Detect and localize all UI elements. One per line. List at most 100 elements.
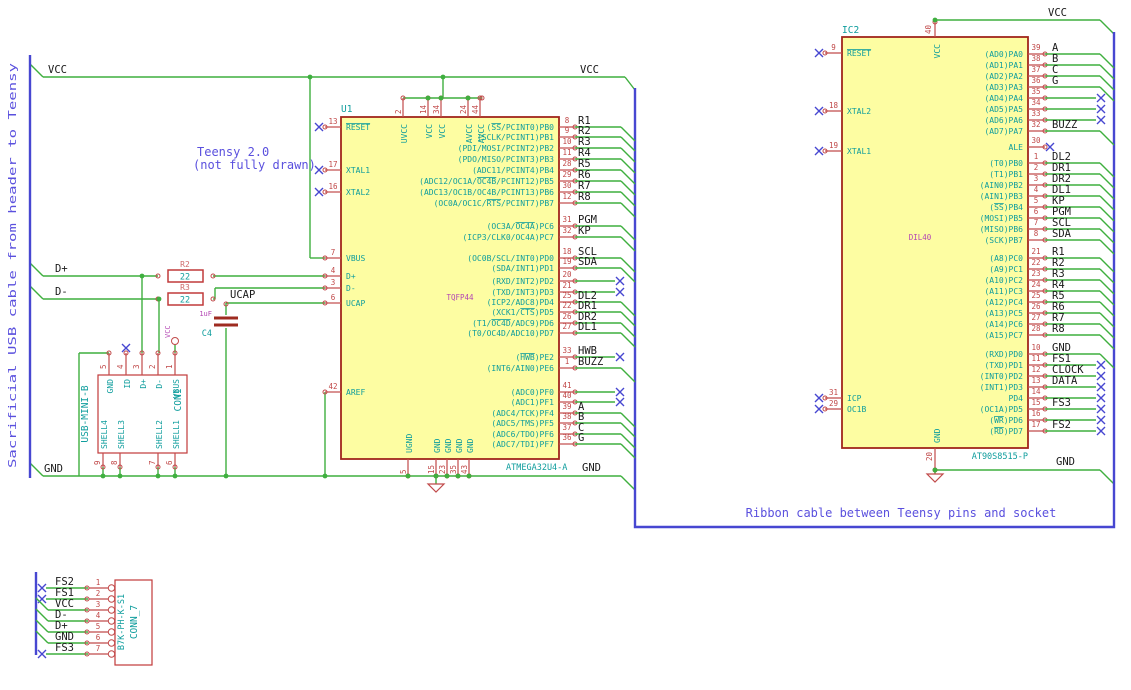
- bus-entry: [1099, 217, 1115, 233]
- wire-segment[interactable]: [620, 475, 636, 491]
- net-label-UCAP[interactable]: UCAP: [230, 289, 255, 301]
- pin-number: 31: [829, 388, 838, 397]
- wire-segment[interactable]: [29, 462, 44, 477]
- wire-segment[interactable]: [29, 285, 44, 300]
- net-label-D+[interactable]: D+: [55, 263, 68, 275]
- c4-reference[interactable]: C4: [202, 329, 212, 339]
- pin-name: SHELL2: [155, 420, 164, 449]
- net-label-GND[interactable]: GND: [44, 463, 63, 475]
- net-label-DL1[interactable]: DL1: [578, 321, 597, 333]
- note-sacrificial-usb: Sacrificial USB cable from header to Tee…: [6, 62, 19, 468]
- pin-number: 40: [924, 24, 933, 34]
- net-label-G[interactable]: G: [578, 432, 584, 444]
- net-label-D-[interactable]: D-: [55, 286, 68, 298]
- pin-number: 43: [460, 465, 469, 474]
- pin-name: (ADC12/OC1A/OC4B/PCINT12)PB5: [419, 177, 554, 186]
- net-label-SDA[interactable]: SDA: [1052, 228, 1072, 240]
- net-label-KP[interactable]: KP: [578, 225, 591, 237]
- bus-entry: [1099, 279, 1115, 295]
- no-connect-icon: [314, 165, 324, 175]
- r3-reference[interactable]: R3: [180, 283, 190, 292]
- ground-symbol: [426, 483, 446, 493]
- pin-number: 2: [148, 364, 157, 369]
- pin-number: 22: [1031, 258, 1040, 267]
- u1-part-name[interactable]: ATMEGA32U4-A: [506, 463, 567, 473]
- no-connect-icon: [615, 387, 625, 397]
- pin-name: (INT0)PD2: [980, 372, 1024, 381]
- u1-reference[interactable]: U1: [341, 104, 353, 115]
- conn7-reference[interactable]: CONN_7: [129, 605, 140, 639]
- conn7-pad: [107, 639, 116, 647]
- bus-entry: [620, 147, 636, 163]
- pin-number: 23: [438, 465, 447, 474]
- pin-number: 6: [165, 460, 174, 465]
- bus-entry: [620, 367, 636, 383]
- pin-name: (ADC13/OC1B/OC4B/PCINT13)PB6: [419, 188, 554, 197]
- pin-name: (A15)PC7: [984, 331, 1023, 340]
- pin-number: 4: [116, 364, 125, 369]
- pin-name: RESET: [346, 123, 370, 132]
- net-label-DATA[interactable]: DATA: [1052, 375, 1078, 387]
- pin-name: UCAP: [346, 299, 365, 308]
- net-label-FS2[interactable]: FS2: [1052, 419, 1071, 431]
- ic2-reference[interactable]: IC2: [842, 25, 859, 36]
- wire-segment[interactable]: [1099, 19, 1115, 35]
- pin-number: 13: [328, 117, 337, 126]
- con1-part-name[interactable]: USB-MINI-B: [80, 385, 91, 442]
- pin-name: VBUS: [172, 379, 181, 398]
- pin-number: 2: [96, 589, 101, 598]
- wire-segment[interactable]: [29, 63, 44, 78]
- net-label-BUZZ[interactable]: BUZZ: [1052, 119, 1077, 131]
- net-label-SDA[interactable]: SDA: [578, 256, 598, 268]
- pin-number: 20: [562, 270, 572, 279]
- net-label-G[interactable]: G: [1052, 75, 1058, 87]
- no-connect-icon: [615, 352, 625, 362]
- pin-number: 29: [829, 399, 838, 408]
- pin-number: 3: [1034, 174, 1039, 183]
- r2-value[interactable]: 22: [180, 273, 190, 283]
- pin-name: XTAL2: [346, 188, 370, 197]
- wire-segment[interactable]: [624, 76, 636, 91]
- pin-number: 22: [562, 301, 571, 310]
- pin-number: 8: [110, 460, 119, 465]
- pin-number: 5: [96, 622, 101, 631]
- junction-dot: [932, 17, 938, 23]
- pin-name: (SDA/INT1)PD1: [491, 264, 554, 273]
- wire-segment[interactable]: [29, 262, 44, 277]
- pin-name: GND: [444, 438, 453, 453]
- pin-number: 16: [1031, 409, 1041, 418]
- net-label-R8[interactable]: R8: [578, 191, 591, 203]
- no-connect-icon: [814, 404, 824, 414]
- pin-name: (AD4)PA4: [984, 94, 1023, 103]
- pin-name: (SCK)PB7: [984, 236, 1023, 245]
- net-label-BUZZ[interactable]: BUZZ: [578, 356, 603, 368]
- wire-segment[interactable]: [1099, 469, 1115, 485]
- pin-name: VCC: [933, 44, 942, 59]
- pin-name: SHELL4: [100, 420, 109, 449]
- r2-reference[interactable]: R2: [180, 260, 190, 269]
- net-label-VCC[interactable]: VCC: [1048, 7, 1067, 19]
- pin-number: 1: [165, 364, 174, 369]
- pin-name: VCC: [425, 124, 434, 139]
- no-connect-icon: [1096, 115, 1106, 125]
- junction-dot: [322, 473, 328, 479]
- pin-name: D+: [346, 272, 356, 281]
- pin-name: ICP: [847, 394, 862, 403]
- net-label-FS3[interactable]: FS3: [55, 642, 74, 654]
- c4-value[interactable]: 1uF: [199, 310, 212, 318]
- net-label-VCC[interactable]: VCC: [580, 64, 599, 76]
- net-label-R8[interactable]: R8: [1052, 323, 1065, 335]
- r3-value[interactable]: 22: [180, 296, 190, 306]
- pin-name: (A13)PC5: [984, 309, 1023, 318]
- net-label-FS3[interactable]: FS3: [1052, 397, 1071, 409]
- pin-number: 1: [565, 357, 570, 366]
- net-label-VCC[interactable]: VCC: [48, 64, 67, 76]
- pin-number: 25: [1031, 291, 1040, 300]
- pin-number: 5: [399, 469, 408, 474]
- net-label-GND[interactable]: GND: [1056, 456, 1075, 468]
- conn7-part-name[interactable]: B7K-PH-K-S1: [117, 594, 127, 650]
- ic2-part-name[interactable]: AT90S8515-P: [972, 452, 1028, 462]
- net-label-GND[interactable]: GND: [582, 462, 601, 474]
- pin-number: 37: [562, 423, 571, 432]
- pin-name: (RD)PD7: [989, 427, 1023, 436]
